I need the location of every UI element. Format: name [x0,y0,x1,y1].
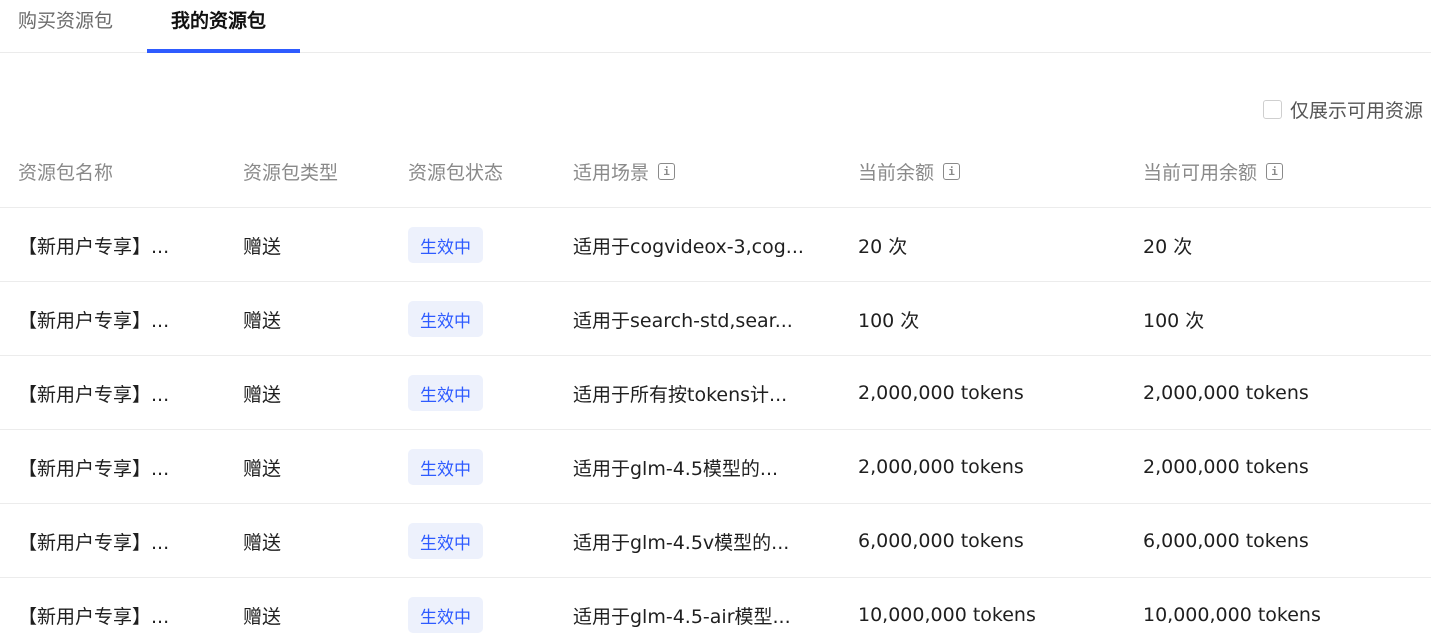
table-row: 【新用户专享】... 赠送 生效中 适用于glm-4.5-air模型... 10… [0,578,1431,638]
pack-name[interactable]: 【新用户专享】... [18,504,196,578]
pack-available-balance: 2,000,000 tokens [1143,456,1309,478]
pack-type: 赠送 [243,531,282,554]
pack-name[interactable]: 【新用户专享】... [18,282,196,356]
pack-scene: 适用于glm-4.5模型的... [573,457,779,480]
status-badge: 生效中 [408,449,483,485]
header-scene: 适用场景 i [573,134,676,208]
pack-available-balance: 2,000,000 tokens [1143,382,1309,404]
pack-status-cell: 生效中 [408,208,483,282]
table-row: 【新用户专享】... 赠送 生效中 适用于所有按tokens计... 2,000… [0,356,1431,430]
pack-status-cell: 生效中 [408,430,483,504]
header-name: 资源包名称 [18,161,114,184]
pack-status-cell: 生效中 [408,578,483,638]
pack-type: 赠送 [243,457,282,480]
table-row: 【新用户专享】... 赠送 生效中 适用于search-std,sear... … [0,282,1431,356]
pack-status-cell: 生效中 [408,356,483,430]
pack-available-balance: 10,000,000 tokens [1143,604,1321,626]
pack-balance: 2,000,000 tokens [858,382,1024,404]
header-status: 资源包状态 [408,161,504,184]
status-badge: 生效中 [408,597,483,633]
pack-name[interactable]: 【新用户专享】... [18,208,196,282]
table-header: 资源包名称 资源包类型 资源包状态 适用场景 i 当前余额 i 当前可用余额 i [0,134,1431,208]
pack-scene: 适用于glm-4.5-air模型... [573,605,791,628]
available-only-checkbox[interactable] [1263,99,1282,119]
pack-scene: 适用于cogvideox-3,cog... [573,235,804,258]
pack-status-cell: 生效中 [408,504,483,578]
tab-buy-resource-pack[interactable]: 购买资源包 [18,0,113,53]
pack-name[interactable]: 【新用户专享】... [18,356,196,430]
status-badge: 生效中 [408,301,483,337]
pack-balance: 100 次 [858,309,920,332]
pack-balance: 6,000,000 tokens [858,530,1024,552]
header-balance: 当前余额 i [858,134,961,208]
table-row: 【新用户专享】... 赠送 生效中 适用于glm-4.5模型的... 2,000… [0,430,1431,504]
tab-my-resource-pack[interactable]: 我的资源包 [171,0,266,53]
pack-available-balance: 20 次 [1143,235,1193,258]
info-icon[interactable]: i [658,162,676,180]
pack-type: 赠送 [243,309,282,332]
pack-type: 赠送 [243,605,282,628]
pack-scene: 适用于search-std,sear... [573,309,793,332]
available-only-filter[interactable]: 仅展示可用资源 [1263,96,1423,122]
header-available-balance: 当前可用余额 i [1143,134,1284,208]
active-tab-indicator [147,49,300,53]
table-row: 【新用户专享】... 赠送 生效中 适用于cogvideox-3,cog... … [0,208,1431,282]
pack-available-balance: 100 次 [1143,309,1205,332]
pack-name[interactable]: 【新用户专享】... [18,430,196,504]
status-badge: 生效中 [408,523,483,559]
pack-status-cell: 生效中 [408,282,483,356]
pack-type: 赠送 [243,383,282,406]
pack-scene: 适用于glm-4.5v模型的... [573,531,790,554]
table-row: 【新用户专享】... 赠送 生效中 适用于glm-4.5v模型的... 6,00… [0,504,1431,578]
status-badge: 生效中 [408,375,483,411]
available-only-label: 仅展示可用资源 [1290,99,1424,122]
resource-packs-page: 购买资源包 我的资源包 仅展示可用资源 资源包名称 资源包类型 资源包状态 适用… [0,0,1431,638]
tab-bar: 购买资源包 我的资源包 [0,0,1431,53]
status-badge: 生效中 [408,227,483,263]
header-type: 资源包类型 [243,161,339,184]
info-icon[interactable]: i [1266,162,1284,180]
info-icon[interactable]: i [943,162,961,180]
pack-balance: 20 次 [858,235,908,258]
pack-balance: 10,000,000 tokens [858,604,1036,626]
pack-type: 赠送 [243,235,282,258]
pack-scene: 适用于所有按tokens计... [573,383,788,406]
pack-name[interactable]: 【新用户专享】... [18,578,196,638]
pack-balance: 2,000,000 tokens [858,456,1024,478]
pack-available-balance: 6,000,000 tokens [1143,530,1309,552]
